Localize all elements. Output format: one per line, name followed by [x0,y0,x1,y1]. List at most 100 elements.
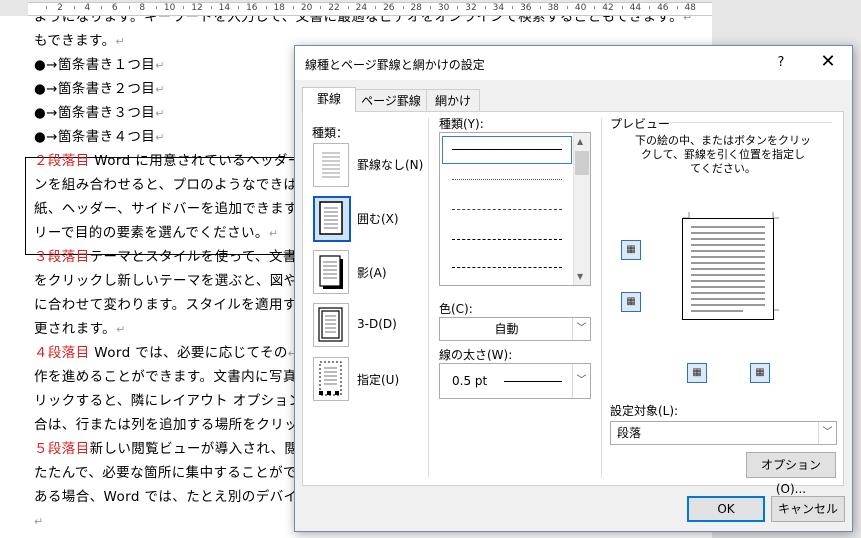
setting-3d-icon [318,307,343,342]
ruler-minor-tick [402,6,404,9]
document-line: たたんで、必要な箇所に集中することがで↵ [34,464,307,483]
style-dotted[interactable] [452,179,562,180]
document-line: リックすると、隣にレイアウト オプション↵ [34,392,312,411]
ruler-minor-tick [457,6,459,9]
document-line: ●→箇条書き２つ目↵ [34,80,165,99]
setting-box-button[interactable] [313,196,351,242]
line-text: ンを組み合わせると、プロのようなできば [34,177,298,193]
ruler-minor-tick [183,6,185,9]
style-dash-dot[interactable] [452,267,562,268]
border-right-icon: ▦ [755,367,765,378]
horizontal-ruler[interactable]: 2 4 6 8 10 12 14 16 18 20 22 24 26 28 30 32 34 36 38 40 42 44… [0,0,861,16]
setting-box-icon [319,201,343,235]
cancel-button[interactable]: キャンセル [771,496,845,522]
ruler-minor-tick [676,6,678,9]
setting-custom-button[interactable] [313,357,349,401]
ruler-tick-label: 48 [684,3,696,13]
line-style-list[interactable]: ▲ ▼ [439,132,591,286]
setting-label: 種類： [312,126,349,140]
right-border-button[interactable]: ▦ [750,363,770,383]
ruler-minor-tick [512,6,514,9]
ruler-minor-tick [375,6,377,9]
line-text: 合は、行または列を追加する場所をクリッ [34,417,299,433]
setting-3d-button[interactable] [313,303,349,347]
ruler-tick-label: 4 [84,3,91,13]
color-dropdown[interactable]: 自動 ﹀ [439,317,591,341]
style-solid[interactable] [452,149,562,150]
line-text: もできます。 [34,33,116,49]
tab-shading[interactable]: 網かけ [426,89,480,112]
width-dropdown[interactable]: 0.5 pt ﹀ [439,363,591,399]
color-label: 色(C): [439,302,473,316]
preview-page[interactable] [682,218,774,320]
ruler-tick-label: 30 [437,3,450,13]
tab-page-border[interactable]: ページ罫線 [355,89,427,112]
ruler-tick-label: 18 [273,3,285,13]
top-border-button[interactable]: ▦ [621,240,641,260]
ruler-tick-label: 12 [191,3,203,13]
line-text: ●→箇条書き２つ目 [34,81,156,97]
document-line: 作を進めることができます。文書内に写真↵ [34,368,306,387]
ruler-tick-label: 14 [218,3,231,13]
ruler-tick-label: 16 [246,3,258,13]
document-line: ３段落目テーマとスタイルを使って、文書↵ [34,248,306,267]
divider [428,118,429,478]
style-dashed[interactable] [452,239,562,240]
paragraph-mark-icon: ↵ [268,227,279,240]
bottom-border-button[interactable]: ▦ [621,292,641,312]
setting-shadow-label: 影(A) [357,266,387,280]
ruler-minor-tick [46,6,48,9]
paragraph-mark-icon: ↵ [34,515,44,528]
ruler-tick-label: 26 [383,3,395,13]
options-button[interactable]: オプション(O)... [746,452,836,496]
ruler-minor-tick [73,6,75,9]
paragraph-mark-icon: ↵ [155,131,165,144]
setting-none-button[interactable] [313,143,349,187]
line-text: ●→箇条書き３つ目 [34,105,156,121]
document-line: ●→箇条書き４つ目↵ [34,128,165,147]
style-dashed-small[interactable] [452,209,562,210]
document-line: ↵ [34,512,44,531]
document-line: リーで目的の要素を選んでください。↵ [34,224,278,243]
style-selected-item[interactable] [442,136,572,164]
preview-hint: 下の絵の中、またはボタンをクリッ クして、罫線を引く位置を指定し てください。 [635,134,811,175]
ruler-tick-label: 32 [465,3,477,13]
ruler-minor-tick [649,6,651,9]
ruler-minor-tick [210,6,212,9]
ruler-minor-tick [155,6,157,9]
document-line: に合わせて変わります。スタイルを適用す↵ [34,296,306,315]
help-button[interactable]: ? [769,53,793,73]
line-text: 更されます。 [34,321,117,337]
ruler-minor-tick [566,6,568,9]
preview-label: プレビュー [610,117,671,131]
close-button[interactable]: ✕ [815,52,841,74]
document-line: ●→箇条書き１つ目↵ [34,56,165,75]
document-line: ンを組み合わせると、プロのようなできば↵ [34,176,307,195]
scroll-up-icon[interactable]: ▲ [577,137,583,146]
scroll-thumb[interactable] [575,151,589,175]
paragraph-number: ５段落目 [34,441,90,457]
document-line: ５段落目新しい閲覧ビューが導入され、閲↵ [34,440,308,459]
line-text: テーマとスタイルを使って、文書 [89,249,297,265]
setting-box-label: 囲む(X) [357,212,399,226]
document-line: もできます。↵ [34,32,125,51]
setting-custom-label: 指定(U) [357,373,400,387]
preview-text-lines [691,226,765,312]
apply-to-label: 設定対象(L): [610,404,679,418]
setting-shadow-button[interactable] [313,250,349,294]
left-border-button[interactable]: ▦ [687,363,707,383]
chevron-down-icon: ﹀ [572,364,590,398]
line-text: ある場合、Word では、たとえ別のデバイス [34,489,311,505]
apply-to-dropdown[interactable]: 段落 ﹀ [610,421,837,445]
line-text: に合わせて変わります。スタイルを適用す [34,297,297,313]
document-line: ある場合、Word では、たとえ別のデバイス↵ [34,488,321,507]
style-list-scrollbar[interactable]: ▲ ▼ [573,133,590,285]
line-text: 作を進めることができます。文書内に写真 [34,369,297,385]
line-text: 紙、ヘッダー、サイドバーを追加できます [34,201,298,217]
dialog-title: 線種とページ罫線と網かけの設定 [305,58,485,72]
ok-button[interactable]: OK [687,496,765,522]
tab-borders[interactable]: 罫線 [302,87,356,112]
scroll-down-icon[interactable]: ▼ [577,272,583,281]
line-text: ●→箇条書き４つ目 [34,129,156,145]
line-text: たたんで、必要な箇所に集中することがで [34,465,297,481]
